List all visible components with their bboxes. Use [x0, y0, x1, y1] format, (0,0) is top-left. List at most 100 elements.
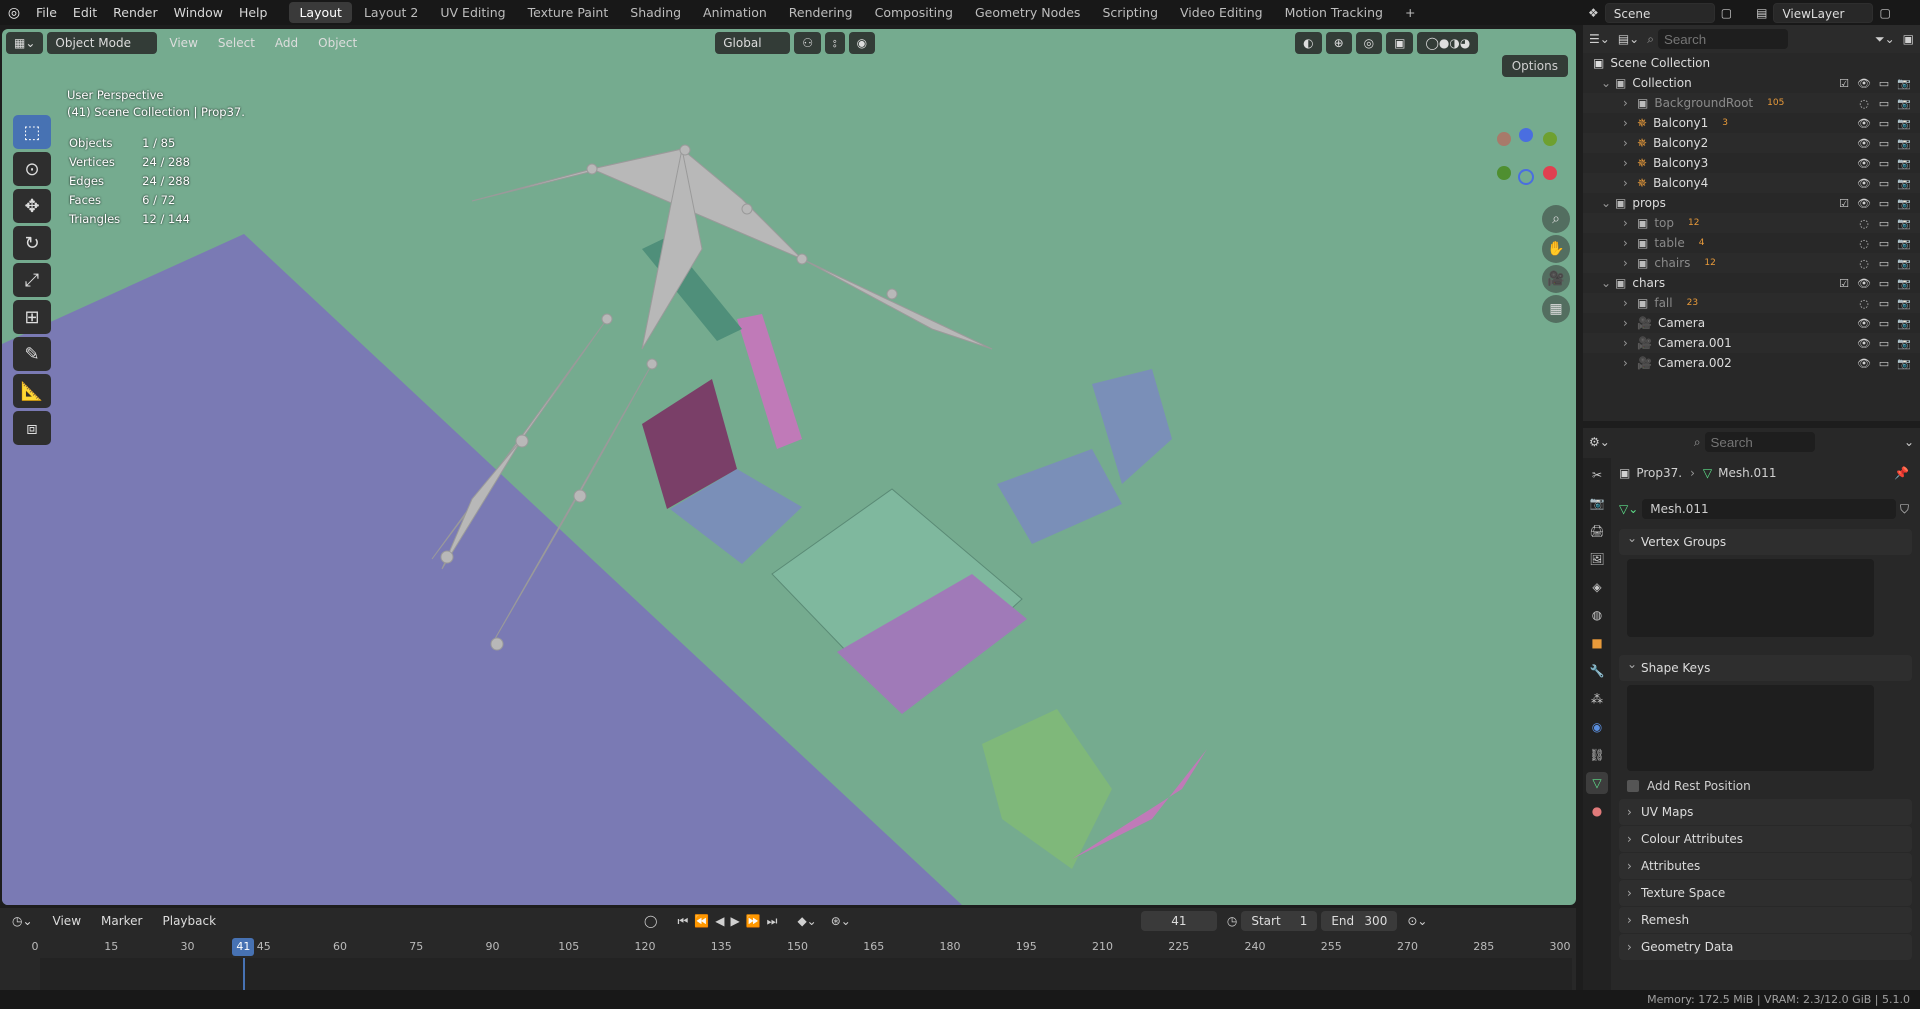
tab-compositing[interactable]: Compositing: [865, 2, 963, 23]
outliner-row-camera[interactable]: › 🎥 Camera 👁 ▭ 📷: [1583, 313, 1920, 333]
scale-icon[interactable]: ⤢: [13, 263, 51, 297]
pan-hand-icon[interactable]: ✋: [1542, 235, 1570, 263]
measure-icon[interactable]: 📐: [13, 374, 51, 408]
viewport-disable-icon[interactable]: ▭: [1874, 137, 1894, 150]
render-disable-icon[interactable]: 📷: [1894, 117, 1914, 130]
pink-board[interactable]: [737, 314, 802, 449]
visibility-eye-icon[interactable]: 👁: [1854, 137, 1874, 150]
expand-arrow-icon[interactable]: ›: [1623, 236, 1637, 250]
properties-editor-icon[interactable]: ⚙⌄: [1589, 435, 1610, 449]
visibility-eye-icon[interactable]: 👁: [1854, 317, 1874, 330]
vertex-groups-list[interactable]: [1627, 559, 1874, 637]
pin-icon[interactable]: 📌: [1894, 466, 1909, 480]
options-dropdown[interactable]: Options: [1501, 55, 1568, 77]
new-scene-icon[interactable]: ▢: [1721, 6, 1732, 20]
visibility-eye-icon[interactable]: 👁: [1854, 177, 1874, 190]
render-disable-icon[interactable]: 📷: [1894, 317, 1914, 330]
add-workspace-button[interactable]: +: [1395, 2, 1425, 23]
move-icon[interactable]: ✥: [13, 189, 51, 223]
viewport-menu-add[interactable]: Add: [267, 32, 306, 54]
render-disable-icon[interactable]: 📷: [1894, 257, 1914, 270]
panel-shape-keys[interactable]: Shape Keys: [1619, 651, 1912, 681]
panel-texture-space[interactable]: Texture Space: [1619, 880, 1912, 906]
chair-right-back[interactable]: [1092, 369, 1172, 484]
panel-uv-maps[interactable]: UV Maps: [1619, 799, 1912, 825]
viewport-disable-icon[interactable]: ▭: [1874, 177, 1894, 190]
timeline-menu-view[interactable]: View: [45, 910, 89, 932]
visibility-eye-icon[interactable]: ◌: [1854, 237, 1874, 250]
transform-orientation-dropdown[interactable]: Global: [715, 32, 791, 54]
current-frame-field[interactable]: 41: [1140, 911, 1217, 931]
outliner-editor-icon[interactable]: ☰⌄: [1589, 32, 1610, 46]
viewlayer-icon[interactable]: ▤: [1756, 6, 1767, 20]
visibility-eye-icon[interactable]: 👁: [1854, 277, 1874, 290]
visibility-eye-icon[interactable]: 👁: [1854, 117, 1874, 130]
rotate-icon[interactable]: ↻: [13, 226, 51, 260]
viewport-disable-icon[interactable]: ▭: [1874, 317, 1894, 330]
zoom-icon[interactable]: ⌕: [1542, 205, 1570, 233]
timeline-editor-icon[interactable]: ◷⌄: [4, 910, 41, 932]
add-cube-icon[interactable]: ⧈: [13, 411, 51, 445]
properties-search-input[interactable]: [1704, 432, 1815, 452]
neg-y-axis-icon[interactable]: [1497, 166, 1511, 180]
pivot-icon[interactable]: ⚇: [794, 32, 822, 54]
new-collection-icon[interactable]: ▣: [1903, 32, 1914, 46]
end-frame-field[interactable]: End 300: [1321, 911, 1398, 931]
exclude-checkbox[interactable]: [1834, 317, 1854, 330]
keyframe-nav-icon[interactable]: ◆⌄: [797, 914, 816, 928]
outliner-search-input[interactable]: [1657, 29, 1788, 49]
outliner-row-camera-002[interactable]: › 🎥 Camera.002 👁 ▭ 📷: [1583, 353, 1920, 373]
tab-geometry-nodes[interactable]: Geometry Nodes: [965, 2, 1090, 23]
timeline-options-icon[interactable]: ⊙⌄: [1407, 914, 1427, 928]
expand-arrow-icon[interactable]: ⌄: [1601, 76, 1615, 90]
gizmo-toggle-icon[interactable]: ⊕: [1325, 32, 1352, 54]
exclude-checkbox[interactable]: ☑: [1834, 277, 1854, 290]
panel-geometry-data[interactable]: Geometry Data: [1619, 934, 1912, 960]
use-preview-range-icon[interactable]: ◷: [1227, 914, 1237, 928]
timeline-area[interactable]: [40, 958, 1572, 994]
expand-arrow-icon[interactable]: ›: [1623, 136, 1637, 150]
mesh-name-field[interactable]: Mesh.011: [1642, 499, 1896, 519]
properties-options-icon[interactable]: ⌄: [1904, 435, 1914, 449]
visibility-eye-icon[interactable]: ◌: [1854, 297, 1874, 310]
camera-view-icon[interactable]: 🎥: [1542, 265, 1570, 293]
snap-icon[interactable]: ⦂: [825, 32, 845, 54]
viewport-menu-object[interactable]: Object: [310, 32, 365, 54]
viewport-disable-icon[interactable]: ▭: [1874, 197, 1894, 210]
tab-motion-tracking[interactable]: Motion Tracking: [1275, 2, 1393, 23]
3d-viewport[interactable]: ▦⌄ Object Mode View Select Add Object Gl…: [2, 29, 1576, 905]
exclude-checkbox[interactable]: [1834, 137, 1854, 150]
render-disable-icon[interactable]: 📷: [1894, 217, 1914, 230]
menu-window[interactable]: Window: [166, 0, 231, 25]
exclude-checkbox[interactable]: [1834, 97, 1854, 110]
shape-keys-list[interactable]: [1627, 685, 1874, 771]
expand-arrow-icon[interactable]: ›: [1623, 116, 1637, 130]
neg-z-axis-icon[interactable]: [1518, 169, 1534, 185]
transform-icon[interactable]: ⊞: [13, 300, 51, 334]
viewport-disable-icon[interactable]: ▭: [1874, 357, 1894, 370]
render-disable-icon[interactable]: 📷: [1894, 177, 1914, 190]
object-mode-dropdown[interactable]: Object Mode: [47, 32, 158, 54]
viewport-disable-icon[interactable]: ▭: [1874, 337, 1894, 350]
chair-right-seat[interactable]: [997, 449, 1122, 544]
playback-controls[interactable]: ⏮⏪◀▶⏩⏭: [677, 914, 783, 929]
blender-logo-icon[interactable]: ◎: [0, 5, 28, 21]
outliner-scene-collection[interactable]: ▣ Scene Collection: [1583, 53, 1920, 73]
viewlayer-selector[interactable]: ViewLayer: [1773, 2, 1874, 23]
render-disable-icon[interactable]: 📷: [1894, 357, 1914, 370]
viewport-disable-icon[interactable]: ▭: [1874, 117, 1894, 130]
frame-ruler[interactable]: 0 15 30 45 60 75 90 105 120 135 150 165 180 195 210 225…: [0, 938, 1576, 958]
cursor-icon[interactable]: ⊙: [13, 152, 51, 186]
outliner-row-table[interactable]: › ▣ table 4 ◌ ▭ 📷: [1583, 233, 1920, 253]
tab-animation[interactable]: Animation: [693, 2, 777, 23]
expand-arrow-icon[interactable]: ›: [1623, 296, 1637, 310]
filter-icon[interactable]: ⏷⌄: [1875, 32, 1895, 47]
exclude-checkbox[interactable]: [1834, 117, 1854, 130]
outliner-row-balcony4[interactable]: › ✵ Balcony4 👁 ▭ 📷: [1583, 173, 1920, 193]
tab-uv-editing[interactable]: UV Editing: [430, 2, 515, 23]
expand-arrow-icon[interactable]: ›: [1623, 316, 1637, 330]
xray-icon[interactable]: ▣: [1386, 32, 1414, 54]
exclude-checkbox[interactable]: [1834, 297, 1854, 310]
render-disable-icon[interactable]: 📷: [1894, 197, 1914, 210]
expand-arrow-icon[interactable]: ›: [1623, 156, 1637, 170]
